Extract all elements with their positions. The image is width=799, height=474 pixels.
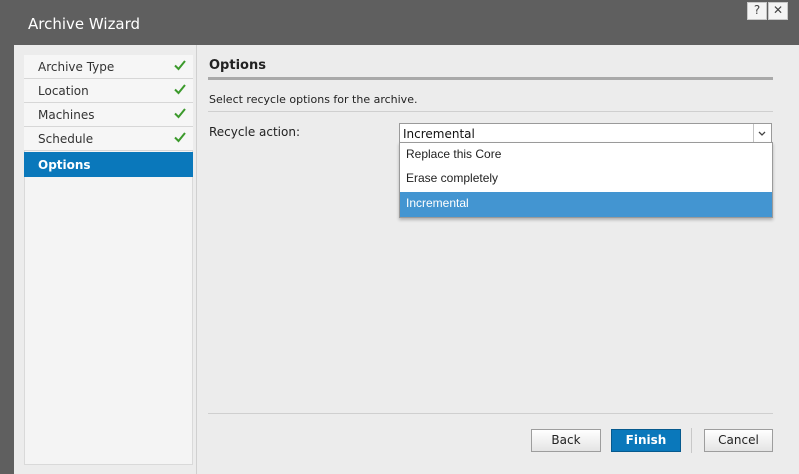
step-label: Options	[38, 158, 91, 172]
page-title: Options	[209, 58, 266, 73]
options-panel	[196, 45, 799, 474]
step-schedule[interactable]: Schedule	[24, 127, 193, 151]
recycle-action-label: Recycle action:	[209, 125, 300, 139]
option-label: Erase completely	[406, 171, 499, 185]
recycle-action-dropdown-list: Replace this Core Erase completely Incre…	[399, 142, 773, 218]
options-description: Select recycle options for the archive.	[209, 93, 418, 106]
option-label: Incremental	[406, 196, 469, 210]
step-machines[interactable]: Machines	[24, 103, 193, 127]
checkmark-icon	[174, 84, 186, 95]
finish-button[interactable]: Finish	[611, 429, 681, 452]
chevron-down-icon	[758, 131, 766, 136]
option-erase-completely[interactable]: Erase completely	[400, 167, 772, 192]
back-button[interactable]: Back	[531, 429, 601, 452]
option-label: Replace this Core	[406, 147, 502, 161]
recycle-action-value: Incremental	[403, 127, 475, 141]
title-divider	[208, 77, 773, 80]
help-button[interactable]: ?	[747, 2, 767, 20]
footer-divider	[208, 413, 773, 414]
step-label: Machines	[38, 108, 95, 122]
checkmark-icon	[174, 108, 186, 119]
button-separator	[691, 428, 692, 453]
step-archive-type[interactable]: Archive Type	[24, 55, 193, 79]
checkmark-icon	[174, 132, 186, 143]
option-replace-this-core[interactable]: Replace this Core	[400, 143, 772, 168]
close-button[interactable]: ✕	[768, 2, 788, 20]
window-title: Archive Wizard	[28, 15, 141, 33]
step-location[interactable]: Location	[24, 79, 193, 103]
description-divider	[208, 111, 773, 112]
step-options[interactable]: Options	[24, 152, 193, 177]
title-bar: Archive Wizard ? ✕	[0, 0, 799, 44]
step-label: Archive Type	[38, 60, 115, 74]
dropdown-toggle[interactable]	[753, 124, 771, 142]
step-label: Location	[38, 84, 89, 98]
step-label: Schedule	[38, 132, 94, 146]
option-incremental[interactable]: Incremental	[400, 192, 772, 217]
cancel-button[interactable]: Cancel	[704, 429, 773, 452]
checkmark-icon	[174, 60, 186, 71]
recycle-action-select[interactable]: Incremental	[399, 123, 772, 143]
